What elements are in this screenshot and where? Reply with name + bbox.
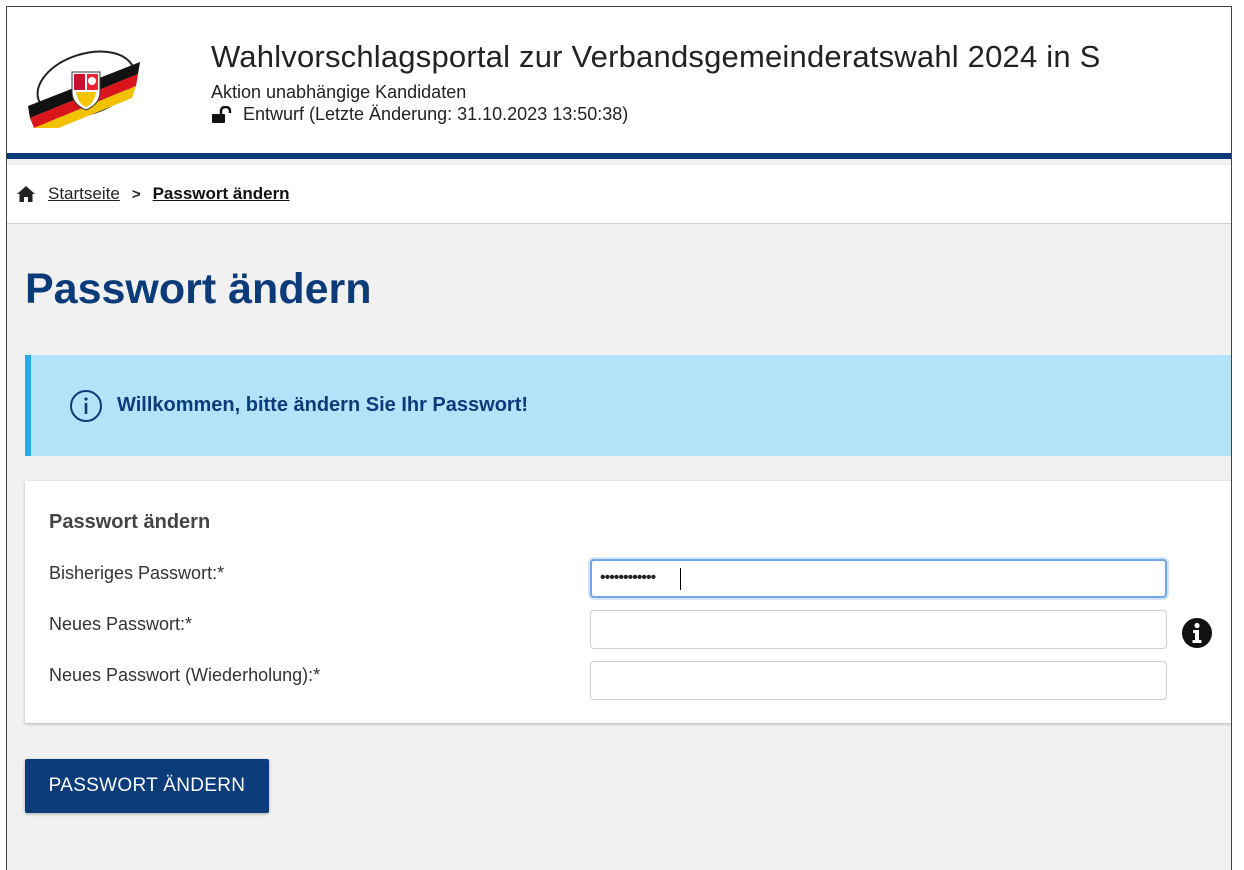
- browser-frame: Wahlvorschlagsportal zur Verbandsgemeind…: [6, 6, 1232, 870]
- portal-subtitle: Aktion unabhängige Kandidaten: [211, 82, 467, 102]
- repeat-password-label: Neues Passwort (Wiederholung):*: [49, 665, 321, 685]
- draft-status-text: Entwurf (Letzte Änderung: 31.10.2023 13:…: [243, 104, 629, 124]
- page-title: Passwort ändern: [25, 265, 372, 313]
- info-circle-icon: [70, 389, 102, 422]
- change-password-card: Passwort ändern Bisheriges Passwort:* ••…: [25, 481, 1231, 723]
- change-password-button[interactable]: PASSWORT ÄNDERN: [25, 759, 269, 813]
- breadcrumb-current[interactable]: Passwort ändern: [153, 184, 290, 204]
- form-title: Passwort ändern: [49, 511, 211, 533]
- old-password-input[interactable]: ••••••••••••: [590, 559, 1167, 598]
- info-icon[interactable]: [1181, 617, 1213, 649]
- old-password-value: ••••••••••••: [600, 569, 656, 586]
- old-password-label: Bisheriges Passwort:*: [49, 563, 225, 583]
- new-password-input[interactable]: [590, 610, 1167, 649]
- welcome-alert: Willkommen, bitte ändern Sie Ihr Passwor…: [25, 355, 1231, 456]
- portal-title: Wahlvorschlagsportal zur Verbandsgemeind…: [211, 39, 1101, 74]
- unlock-icon: [212, 105, 232, 123]
- breadcrumb: Startseite > Passwort ändern: [7, 165, 1231, 224]
- new-password-label: Neues Passwort:*: [49, 614, 193, 634]
- alert-message: Willkommen, bitte ändern Sie Ihr Passwor…: [117, 394, 529, 416]
- breadcrumb-separator: >: [131, 185, 141, 203]
- repeat-password-input[interactable]: [590, 661, 1167, 700]
- draft-status: Entwurf (Letzte Änderung: 31.10.2023 13:…: [211, 104, 628, 125]
- text-caret: [680, 568, 681, 590]
- home-icon[interactable]: [16, 185, 36, 203]
- breadcrumb-home-link[interactable]: Startseite: [48, 184, 120, 204]
- rlp-logo[interactable]: [24, 44, 142, 128]
- site-header: Wahlvorschlagsportal zur Verbandsgemeind…: [7, 7, 1231, 159]
